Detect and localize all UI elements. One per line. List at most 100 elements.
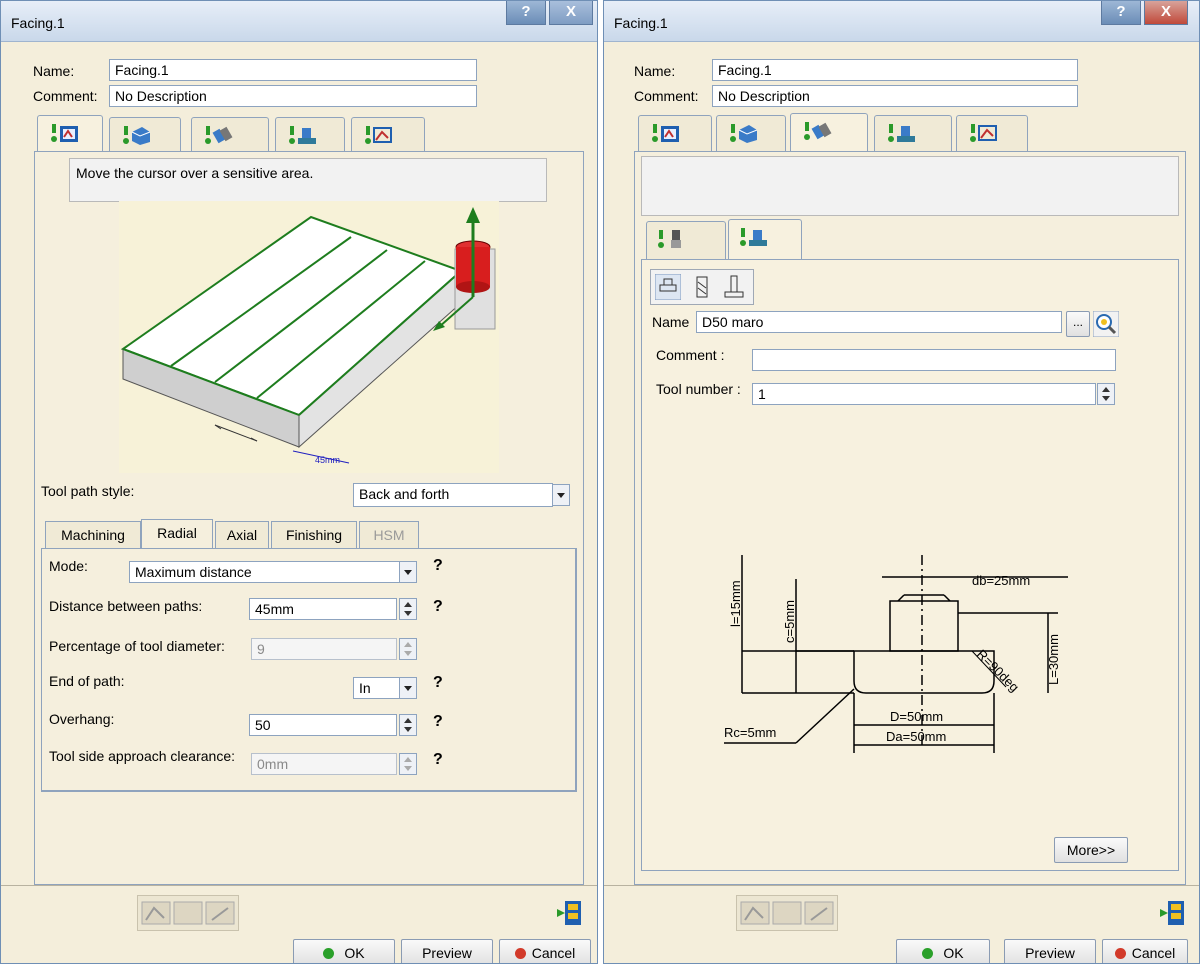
ok-icon (922, 948, 934, 959)
tab-macros[interactable] (956, 115, 1028, 151)
tab-finishing[interactable]: Finishing (271, 521, 357, 549)
distance-stepper[interactable] (399, 598, 417, 620)
facing-diagram[interactable]: 45mm (119, 201, 499, 473)
overhang-label: Overhang: (49, 711, 115, 727)
ok-button[interactable]: OK (293, 939, 395, 963)
distance-between-paths-label: Distance between paths: (49, 598, 203, 614)
tool-dimension-drawing[interactable]: db=25mm l=15mm c=5mm L=30mm R=90deg Rc=5… (654, 415, 1124, 833)
help-icon[interactable]: ? (433, 557, 443, 575)
search-tool-icon[interactable] (1093, 311, 1119, 337)
comment-label: Comment: (33, 88, 98, 104)
distance-between-paths-input[interactable]: 45mm (249, 598, 397, 620)
mode-select[interactable]: Maximum distance (129, 561, 401, 583)
tab-feeds-speeds[interactable] (874, 115, 952, 151)
macros-icon (365, 126, 392, 144)
simulation-icon[interactable] (1158, 899, 1186, 927)
percentage-of-tool-diameter-label: Percentage of tool diameter: (49, 638, 225, 654)
overhang-stepper[interactable] (399, 714, 417, 736)
comment-input[interactable]: No Description (712, 85, 1078, 107)
tab-radial[interactable]: Radial (141, 519, 213, 549)
tool-number-stepper[interactable] (1097, 383, 1115, 405)
tool-path-style-select[interactable]: Back and forth (353, 483, 553, 507)
tool-comment-label: Comment : (656, 347, 725, 363)
end-mill-icon[interactable] (689, 274, 715, 300)
cancel-label: Cancel (531, 945, 576, 961)
close-button[interactable]: X (1144, 1, 1188, 25)
tool-path-replay-icon[interactable] (737, 896, 837, 930)
tool-path-style-label: Tool path style: (41, 483, 135, 499)
chevron-down-icon[interactable] (399, 561, 417, 583)
mode-label: Mode: (49, 558, 88, 574)
tab-geometry[interactable] (716, 115, 786, 151)
cancel-icon (1114, 948, 1126, 959)
help-button[interactable]: ? (506, 1, 546, 25)
ok-label: OK (344, 945, 365, 961)
name-input[interactable]: Facing.1 (712, 59, 1078, 81)
preview-button[interactable]: Preview (1004, 939, 1096, 963)
tool-number-label: Tool number : (656, 381, 741, 397)
tool-assembly-icon (740, 228, 767, 246)
ok-label: OK (943, 945, 964, 961)
facing-dialog-tool: Facing.1 ? X Name: Facing.1 Comment: No … (603, 0, 1200, 964)
facing-dialog-geometry: Facing.1 ? X Name: Facing.1 Comment: No … (0, 0, 598, 964)
tool-number-input[interactable]: 1 (752, 383, 1096, 405)
lc-dimension-label: c=5mm (782, 600, 797, 643)
ok-icon (323, 948, 335, 959)
help-icon[interactable]: ? (433, 598, 443, 616)
tool-icon (205, 126, 233, 144)
tab-machining[interactable]: Machining (45, 521, 141, 549)
close-button[interactable]: X (549, 1, 593, 25)
tool-comment-input[interactable] (752, 349, 1116, 371)
feeds-speeds-icon (888, 124, 915, 142)
chevron-down-icon[interactable] (552, 484, 570, 506)
chevron-down-icon[interactable] (399, 677, 417, 699)
geometry-icon (730, 124, 758, 143)
percentage-of-tool-diameter-input: 9 (251, 638, 397, 660)
ok-button[interactable]: OK (896, 939, 990, 963)
simulation-icon[interactable] (555, 899, 583, 927)
end-of-path-select[interactable]: In (353, 677, 401, 699)
comment-input[interactable]: No Description (109, 85, 477, 107)
t-slot-cutter-icon[interactable] (721, 274, 747, 300)
cancel-button[interactable]: Cancel (1102, 939, 1188, 963)
geometry-icon (123, 126, 151, 145)
cancel-label: Cancel (1131, 945, 1176, 961)
tab-geometry[interactable] (109, 117, 181, 153)
percentage-stepper (399, 638, 417, 660)
window-title: Facing.1 (614, 15, 668, 31)
browse-tool-button[interactable]: ... (1066, 311, 1090, 337)
replay-toolbar (736, 895, 838, 931)
feeds-speeds-icon (289, 126, 316, 144)
tab-strategy[interactable] (638, 115, 712, 151)
name-input[interactable]: Facing.1 (109, 59, 477, 81)
tool-side-approach-clearance-input: 0mm (251, 753, 397, 775)
help-button[interactable]: ? (1101, 1, 1141, 25)
tab-tool[interactable] (790, 113, 868, 153)
more-button[interactable]: More>> (1054, 837, 1128, 863)
tab-tool-assembly[interactable] (728, 219, 802, 261)
tab-macros[interactable] (351, 117, 425, 153)
help-icon[interactable]: ? (433, 674, 443, 692)
tab-tool[interactable] (191, 117, 269, 153)
strategy-parameters-icon (51, 124, 78, 142)
l-dimension-label: l=15mm (728, 580, 743, 627)
tab-strategy[interactable] (37, 115, 103, 153)
tool-name-input[interactable]: D50 maro (696, 311, 1062, 333)
cancel-button[interactable]: Cancel (499, 939, 591, 963)
tool-icon (804, 122, 832, 140)
tab-feeds-speeds[interactable] (275, 117, 345, 153)
tab-tool-definition[interactable] (646, 221, 726, 259)
tool-side-approach-clearance-label: Tool side approach clearance: (49, 748, 236, 764)
tab-axial[interactable]: Axial (215, 521, 269, 549)
window-title: Facing.1 (11, 15, 65, 31)
overhang-input[interactable]: 50 (249, 714, 397, 736)
title-bar[interactable]: Facing.1 ? X (1, 1, 597, 42)
face-mill-icon[interactable] (655, 274, 681, 300)
preview-button[interactable]: Preview (401, 939, 493, 963)
tool-path-replay-icon[interactable]: ~ (138, 896, 238, 930)
db-dimension-label: db=25mm (972, 573, 1030, 588)
cancel-icon (514, 948, 526, 959)
help-icon[interactable]: ? (433, 751, 443, 769)
title-bar[interactable]: Facing.1 ? X (604, 1, 1199, 42)
help-icon[interactable]: ? (433, 713, 443, 731)
